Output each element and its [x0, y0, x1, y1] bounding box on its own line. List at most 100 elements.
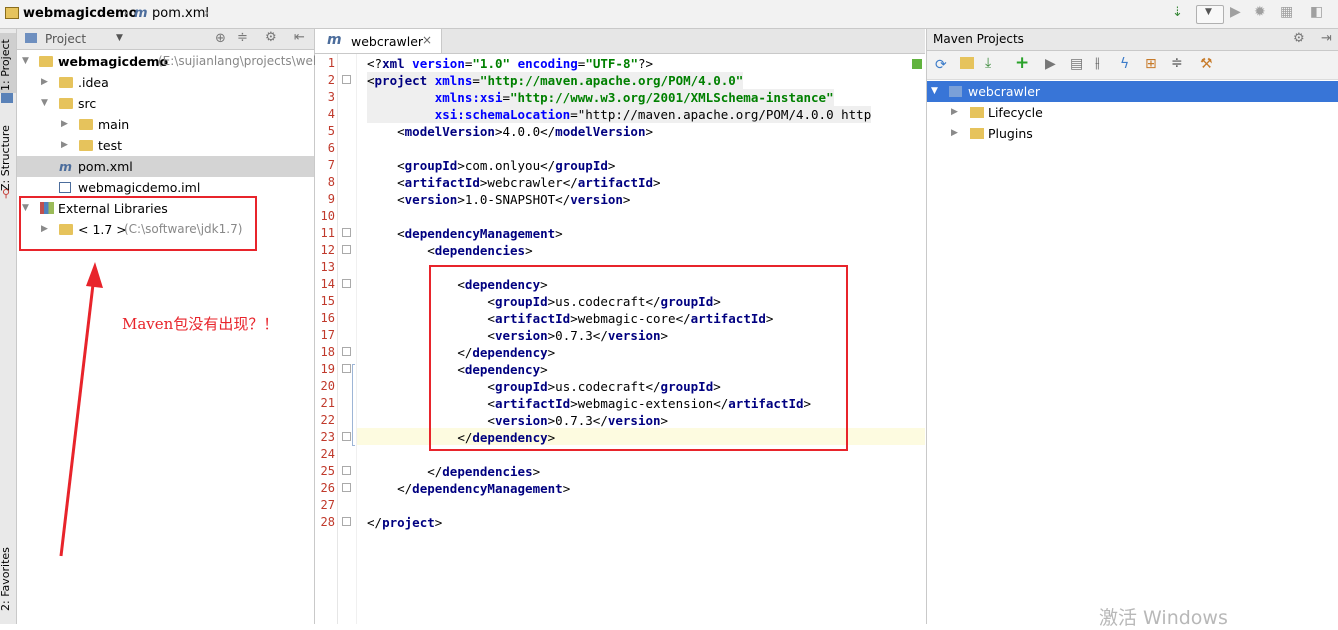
debug-icon[interactable]: ✹	[1254, 4, 1266, 20]
code-line[interactable]: <dependencies>	[367, 242, 532, 259]
tree-item-src[interactable]: ▼ src	[17, 93, 314, 114]
project-tab-icon	[1, 93, 13, 103]
offline-icon[interactable]: ⫲	[1095, 55, 1100, 71]
expand-arrow-icon[interactable]: ▼	[931, 81, 938, 102]
code-line[interactable]: </dependencyManagement>	[367, 480, 570, 497]
folder-icon	[79, 140, 93, 151]
hide-icon[interactable]: ⇤	[294, 30, 305, 45]
expand-arrow-icon[interactable]: ▶	[61, 114, 71, 135]
maven-item-label: Plugins	[988, 126, 1033, 141]
code-line[interactable]: xsi:schemaLocation="http://maven.apache.…	[367, 106, 872, 123]
line-number: 22	[320, 413, 335, 427]
reimport-icon[interactable]: ⟳	[935, 57, 947, 73]
line-number: 9	[327, 192, 335, 206]
fold-marker-icon[interactable]	[342, 466, 351, 475]
line-number: 2	[327, 73, 335, 87]
code-line[interactable]: </dependencies>	[367, 463, 540, 480]
skip-tests-icon[interactable]: ϟ	[1120, 56, 1129, 72]
code-line[interactable]: <groupId>com.onlyou</groupId>	[367, 157, 615, 174]
collapse-all-icon[interactable]: ≑	[1171, 55, 1183, 71]
run-config-dropdown[interactable]: ▼	[1196, 5, 1224, 24]
download-icon[interactable]: ⤓	[985, 55, 991, 71]
coverage-icon[interactable]: ▦	[1280, 4, 1293, 20]
tab-webcrawler[interactable]: m webcrawler ×	[315, 29, 442, 53]
maven-plugins[interactable]: ▶ Plugins	[927, 123, 1338, 144]
inspection-ok-icon	[912, 59, 922, 69]
stop-icon[interactable]: ◧	[1310, 4, 1323, 20]
collapse-icon[interactable]: ≑	[237, 30, 248, 45]
code-line[interactable]: xmlns:xsi="http://www.w3.org/2001/XMLSch…	[367, 89, 834, 106]
fold-marker-icon[interactable]	[342, 279, 351, 288]
tree-item-idea[interactable]: ▶ .idea	[17, 72, 314, 93]
fold-marker-icon[interactable]	[342, 75, 351, 84]
code-line[interactable]: </project>	[367, 514, 442, 531]
locate-icon[interactable]: ⊕	[215, 31, 226, 46]
view-dropdown-label[interactable]: Project	[45, 32, 86, 46]
maven-file-icon: m	[327, 32, 342, 48]
line-number: 6	[327, 141, 335, 155]
code-line[interactable]: <project xmlns="http://maven.apache.org/…	[367, 72, 744, 89]
generate-sources-icon[interactable]	[960, 57, 974, 69]
chevron-down-icon[interactable]: ▼	[116, 33, 123, 43]
maven-file-icon: m	[134, 6, 148, 21]
run-icon[interactable]: ▶	[1230, 4, 1241, 20]
fold-marker-icon[interactable]	[342, 364, 351, 373]
gear-icon[interactable]: ⚙	[1293, 31, 1305, 46]
maven-project-webcrawler[interactable]: ▼ webcrawler	[927, 81, 1338, 102]
code-line[interactable]: <artifactId>webcrawler</artifactId>	[367, 174, 660, 191]
settings-icon[interactable]: ⚒	[1200, 56, 1213, 72]
tree-item-iml[interactable]: webmagicdemo.iml	[17, 177, 314, 198]
fold-marker-icon[interactable]	[342, 432, 351, 441]
show-deps-icon[interactable]: ⊞	[1145, 56, 1157, 72]
line-number: 18	[320, 345, 335, 359]
tree-item-label: test	[98, 138, 123, 153]
line-number: 4	[327, 107, 335, 121]
run-icon[interactable]: ▶	[1045, 56, 1056, 72]
breadcrumb-separator: ›	[204, 6, 210, 21]
expand-arrow-icon[interactable]: ▶	[61, 135, 71, 156]
line-number: 7	[327, 158, 335, 172]
fold-marker-icon[interactable]	[342, 517, 351, 526]
expand-arrow-icon[interactable]: ▶	[951, 102, 958, 123]
line-number: 20	[320, 379, 335, 393]
favorites-tab-label[interactable]: 2: Favorites	[0, 547, 12, 611]
tree-item-label: webmagicdemo.iml	[78, 180, 201, 195]
structure-tab-label[interactable]: Z: Structure	[0, 125, 12, 191]
fold-marker-icon[interactable]	[342, 245, 351, 254]
project-tab-label[interactable]: 1: Project	[0, 39, 12, 91]
maven-panel-header: Maven Projects ⚙ ⇥	[927, 29, 1338, 51]
editor: m webcrawler × 1 2 3 4 5 6 7 8 9 10 11 12 13 14 15 16 17…	[315, 29, 925, 624]
breadcrumb-file[interactable]: pom.xml	[152, 6, 209, 21]
add-icon[interactable]: +	[1015, 53, 1029, 73]
tree-root[interactable]: ▼ webmagicdemo (E:\sujianlang\projects\w…	[17, 51, 321, 72]
code-line[interactable]: <modelVersion>4.0.0</modelVersion>	[367, 123, 653, 140]
code-line[interactable]: <dependencyManagement>	[367, 225, 563, 242]
code-line[interactable]: <version>1.0-SNAPSHOT</version>	[367, 191, 630, 208]
execute-goal-icon[interactable]: ▤	[1070, 56, 1083, 72]
tree-item-label: src	[78, 96, 97, 111]
gear-icon[interactable]: ⚙	[265, 30, 277, 45]
expand-arrow-icon[interactable]: ▼	[41, 93, 51, 114]
editor-tab-bar: m webcrawler ×	[315, 29, 925, 54]
fold-marker-icon[interactable]	[342, 347, 351, 356]
close-icon[interactable]: ×	[422, 33, 432, 47]
expand-arrow-icon[interactable]: ▶	[41, 72, 51, 93]
hide-icon[interactable]: ⇥	[1321, 31, 1332, 46]
breadcrumb-project[interactable]: webmagicdemo	[23, 6, 138, 21]
build-icon[interactable]: ⇣	[1172, 5, 1183, 20]
fold-marker-icon[interactable]	[342, 228, 351, 237]
maven-file-icon: m	[59, 159, 73, 174]
expand-arrow-icon[interactable]: ▼	[22, 51, 32, 72]
tree-item-test[interactable]: ▶ test	[17, 135, 314, 156]
line-number: 19	[320, 362, 335, 376]
maven-lifecycle[interactable]: ▶ Lifecycle	[927, 102, 1338, 123]
expand-arrow-icon[interactable]: ▶	[951, 123, 958, 144]
project-view-icon	[25, 33, 37, 43]
fold-marker-icon[interactable]	[342, 483, 351, 492]
line-number: 14	[320, 277, 335, 291]
line-number-gutter: 1 2 3 4 5 6 7 8 9 10 11 12 13 14 15 16 17 18 19 20 21 22 23 24 2…	[315, 54, 338, 624]
code-line[interactable]: <?xml version="1.0" encoding="UTF-8"?>	[367, 55, 653, 72]
annotation-text: Maven包没有出现？！	[122, 315, 279, 333]
tree-item-pom[interactable]: m pom.xml	[17, 156, 314, 177]
tree-item-main[interactable]: ▶ main	[17, 114, 314, 135]
